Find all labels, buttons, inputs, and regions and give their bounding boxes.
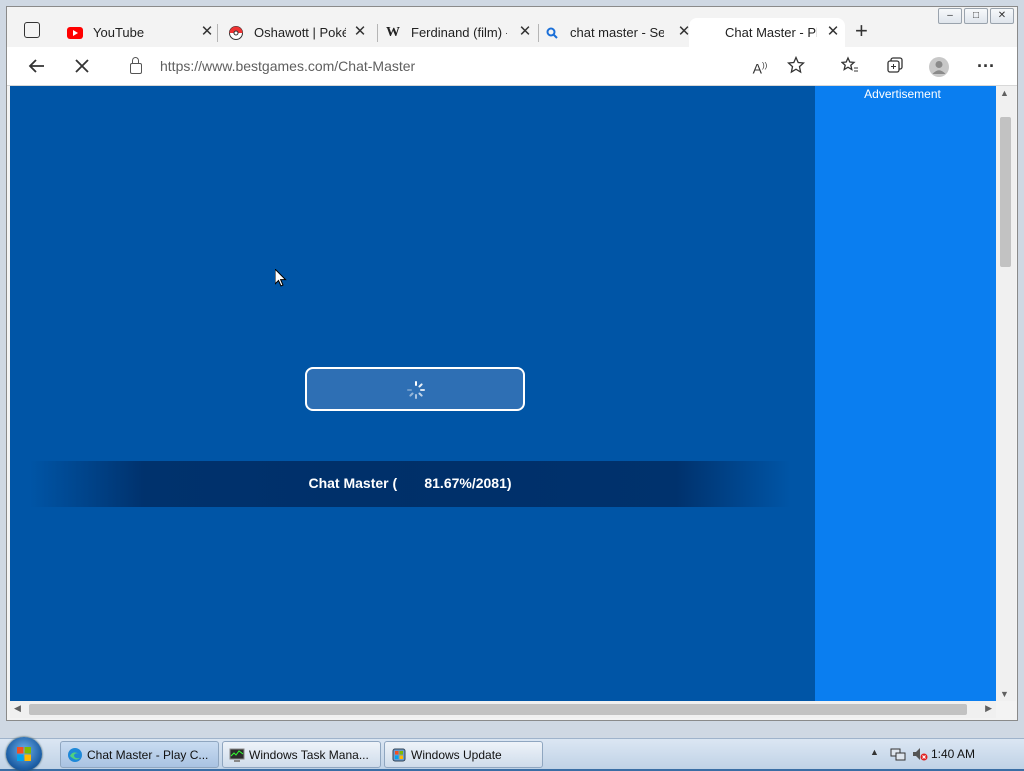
vertical-scrollbar[interactable]: ▲ ▼ <box>996 86 1016 701</box>
taskbar-item-task-manager[interactable]: Windows Task Mana... <box>222 741 381 768</box>
wikipedia-icon: W <box>386 24 400 40</box>
loading-spinner-icon <box>407 381 425 399</box>
taskbar-item-edge[interactable]: Chat Master - Play C... <box>60 741 219 768</box>
close-tab-icon[interactable]: ✕ <box>517 24 533 40</box>
taskbar-item-label: Chat Master - Play C... <box>87 747 209 762</box>
task-manager-icon <box>229 748 245 762</box>
tab-ferdinand[interactable]: W Ferdinand (film) - Wikipedia ✕ <box>385 18 533 47</box>
tab-bar: YouTube ✕ Oshawott | Pokémon Wiki ✕ W Fe… <box>7 14 1017 47</box>
scroll-down-icon[interactable]: ▼ <box>1000 689 1009 699</box>
loading-progress-text: Chat Master ( 81.67%/2081) <box>308 475 512 491</box>
read-aloud-icon[interactable]: A)) <box>750 56 770 77</box>
loading-progress-band: Chat Master ( 81.67%/2081) <box>30 461 790 507</box>
scroll-left-icon[interactable]: ◀ <box>14 703 21 714</box>
pokeball-icon <box>228 25 244 41</box>
tab-title: Ferdinand (film) - Wikipedia <box>411 25 507 40</box>
stop-loading-icon[interactable] <box>72 56 92 76</box>
youtube-icon <box>67 25 83 41</box>
tab-oshawott[interactable]: Oshawott | Pokémon Wiki ✕ <box>228 18 368 47</box>
address-bar[interactable]: https://www.bestgames.com/Chat-Master A)… <box>110 51 820 81</box>
network-icon[interactable] <box>890 746 906 762</box>
tab-divider <box>217 24 218 42</box>
scroll-right-icon[interactable]: ▶ <box>985 703 992 714</box>
system-tray: ▲ 1:40 AM <box>854 739 1024 769</box>
close-tab-icon[interactable]: ✕ <box>352 24 368 40</box>
advertisement-column: Advertisement <box>815 86 996 701</box>
browser-window: – □ ✕ YouTube ✕ Oshawott | Pokémon Wiki … <box>0 0 1024 738</box>
taskbar-item-windows-update[interactable]: Windows Update <box>384 741 543 768</box>
taskbar: Chat Master - Play C... Windows Task Man… <box>0 737 1024 771</box>
clock[interactable]: 1:40 AM <box>931 747 975 761</box>
tab-title: chat master - Search <box>570 25 664 40</box>
vertical-scroll-thumb[interactable] <box>1000 117 1011 267</box>
tab-youtube[interactable]: YouTube ✕ <box>67 18 215 47</box>
back-icon[interactable] <box>27 56 47 76</box>
profile-avatar-icon[interactable] <box>928 56 949 77</box>
url-text[interactable]: https://www.bestgames.com/Chat-Master <box>160 58 415 74</box>
edge-icon <box>68 747 82 762</box>
loading-box <box>305 367 525 411</box>
new-tab-icon[interactable]: + <box>855 20 868 42</box>
windows-update-icon <box>392 748 406 761</box>
volume-muted-icon[interactable] <box>912 746 928 762</box>
tab-actions-icon[interactable] <box>24 22 40 38</box>
close-tab-icon[interactable]: ✕ <box>199 24 215 40</box>
browser-toolbar: https://www.bestgames.com/Chat-Master A)… <box>7 47 1017 86</box>
scroll-up-icon[interactable]: ▲ <box>1000 88 1009 98</box>
collections-icon[interactable] <box>885 56 905 76</box>
tab-title: Chat Master - Play Chat Master <box>725 25 817 40</box>
more-options-icon[interactable]: ··· <box>976 56 996 76</box>
lock-icon[interactable] <box>130 57 142 74</box>
search-icon <box>544 25 560 41</box>
windows-logo-icon <box>17 747 31 761</box>
tab-title: Oshawott | Pokémon Wiki <box>254 25 346 40</box>
tab-title: YouTube <box>93 25 145 40</box>
tab-search[interactable]: chat master - Search ✕ <box>544 18 692 47</box>
taskbar-item-label: Windows Update <box>411 747 502 762</box>
advertisement-label: Advertisement <box>864 87 941 101</box>
page-viewport: Advertisement Chat Master ( 81.67%/2081) <box>10 86 996 701</box>
taskbar-item-label: Windows Task Mana... <box>249 747 369 762</box>
mouse-cursor-icon <box>275 269 287 287</box>
start-button[interactable] <box>6 737 42 771</box>
tab-chat-master[interactable]: Chat Master - Play Chat Master ✕ <box>689 18 845 47</box>
tab-divider <box>377 24 378 42</box>
tab-divider <box>538 24 539 42</box>
horizontal-scroll-thumb[interactable] <box>29 704 967 715</box>
close-tab-icon[interactable]: ✕ <box>825 24 841 40</box>
favorites-icon[interactable] <box>840 56 860 76</box>
show-hidden-icons-icon[interactable]: ▲ <box>870 747 879 757</box>
add-favorite-icon[interactable] <box>786 55 806 76</box>
horizontal-scrollbar[interactable]: ◀ ▶ <box>10 701 996 718</box>
